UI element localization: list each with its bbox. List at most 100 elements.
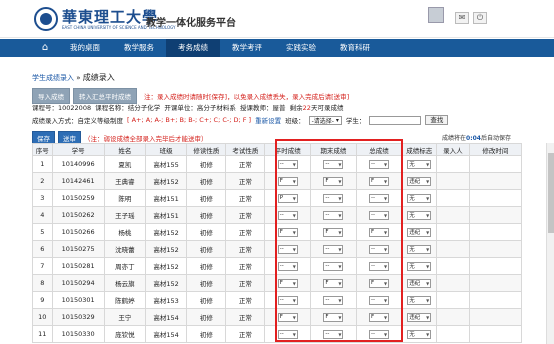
cell-no: 4 — [32, 206, 53, 224]
nav-item-desktop[interactable]: 我的桌面 — [58, 39, 112, 57]
cell-id: 10150266 — [51, 223, 105, 241]
column-header: 序号 — [32, 143, 53, 156]
grade-flag-select-value: 无 — [409, 247, 415, 253]
class-select[interactable]: -请选择- ▾ — [308, 115, 342, 125]
cell-name: 杨桃 — [103, 223, 146, 241]
cell-type: 初修 — [186, 274, 227, 292]
class-select-value: -请选择- — [311, 117, 334, 125]
cell-id: 10150262 — [51, 206, 105, 224]
grade-flag-select[interactable]: 无 ▼ — [407, 159, 432, 169]
grade-flag-select-value: 无 — [409, 162, 415, 168]
cell-entered-by — [436, 291, 470, 309]
grade-flag-select[interactable]: 违纪 ▼ — [407, 227, 432, 237]
cell-flag: 无 ▼ — [401, 257, 438, 275]
cell-entered-by — [436, 189, 470, 207]
column-header: 学号 — [51, 143, 105, 156]
cell-type: 初修 — [186, 189, 227, 207]
student-input[interactable] — [369, 115, 422, 125]
grade-flag-select[interactable]: 无 ▼ — [407, 210, 432, 220]
cell-class: 高材151 — [144, 206, 188, 224]
grade-flag-select[interactable]: 无 ▼ — [407, 261, 432, 271]
cell-modified-time — [468, 155, 523, 173]
search-button[interactable]: 查找 — [425, 115, 449, 125]
cell-name: 王宁 — [103, 308, 146, 326]
cell-entered-by — [436, 308, 470, 326]
cell-no: 7 — [32, 257, 53, 275]
class-label: 班级： — [285, 117, 305, 125]
nav-item-exams[interactable]: 考务成绩 — [166, 39, 220, 57]
nav-item-research[interactable]: 教育科研 — [328, 39, 382, 57]
grade-flag-select[interactable]: 违纪 ▼ — [407, 278, 432, 288]
dept-label: 开课单位： — [164, 104, 197, 112]
cell-flag: 无 ▼ — [401, 325, 438, 343]
chevron-down-icon: ▼ — [426, 229, 430, 235]
grade-flag-select[interactable]: 违纪 ▼ — [407, 176, 432, 186]
breadcrumb-separator: » — [76, 74, 81, 82]
cell-type: 初修 — [186, 206, 227, 224]
cell-id: 10150330 — [51, 325, 105, 343]
cell-exam: 正常 — [225, 155, 266, 173]
cell-type: 初修 — [186, 240, 227, 258]
cell-name: 庞钦悦 — [103, 325, 146, 343]
cell-name: 王子瑶 — [103, 206, 146, 224]
column-header: 修改时间 — [468, 143, 523, 156]
cell-modified-time — [468, 308, 523, 326]
course-no-label: 课程号： — [32, 104, 58, 112]
autosave-suffix: 后自动保存 — [480, 135, 511, 142]
grade-flag-select[interactable]: 无 ▼ — [407, 329, 432, 339]
home-icon[interactable]: ⌂ — [32, 39, 58, 57]
cell-class: 高材155 — [144, 155, 188, 173]
nav-item-evaluation[interactable]: 教学考评 — [220, 39, 274, 57]
grade-flag-select[interactable]: 无 ▼ — [407, 295, 432, 305]
cell-modified-time — [468, 223, 523, 241]
grade-flag-select-value: 无 — [409, 264, 415, 270]
cell-type: 初修 — [186, 291, 227, 309]
cell-flag: 违纪 ▼ — [401, 172, 438, 190]
highlight-box — [275, 139, 403, 342]
reset-link[interactable]: 重新设置 — [255, 115, 281, 125]
cell-modified-time — [468, 325, 523, 343]
nav-item-practice[interactable]: 实践实验 — [274, 39, 328, 57]
column-header: 考试性质 — [225, 143, 266, 156]
breadcrumb-parent[interactable]: 学生成绩录入 — [32, 74, 74, 82]
nav-item-teaching[interactable]: 教学服务 — [112, 39, 166, 57]
cell-flag: 违纪 ▼ — [401, 308, 438, 326]
avatar[interactable] — [428, 7, 444, 23]
grade-flag-select-value: 违纪 — [409, 281, 421, 287]
cell-exam: 正常 — [225, 189, 266, 207]
cell-id: 10150294 — [51, 274, 105, 292]
cell-class: 高材154 — [144, 325, 188, 343]
grade-flag-select[interactable]: 无 ▼ — [407, 244, 432, 254]
remaining-label: 剩余 — [289, 104, 303, 112]
cell-no: 3 — [32, 189, 53, 207]
grade-flag-select[interactable]: 违纪 ▼ — [407, 312, 432, 322]
cell-exam: 正常 — [225, 240, 266, 258]
remaining-days: 22 — [302, 104, 311, 112]
grade-flag-select-value: 无 — [409, 298, 415, 304]
header: 華東理工大學 EAST CHINA UNIVERSITY OF SCIENCE … — [0, 0, 554, 38]
scrollbar-thumb[interactable] — [548, 153, 554, 233]
grade-levels: [ A+; A; A-; B+; B; B-; C+; C; C-; D; F … — [127, 116, 252, 124]
cell-name: 夏凯 — [103, 155, 146, 173]
scrollbar[interactable] — [546, 143, 554, 344]
chevron-down-icon: ▼ — [426, 263, 430, 269]
cell-class: 高材152 — [144, 257, 188, 275]
cell-entered-by — [436, 206, 470, 224]
message-icon[interactable]: ✉ — [455, 12, 469, 24]
cell-type: 初修 — [186, 257, 227, 275]
chevron-down-icon: ▼ — [426, 246, 430, 252]
grade-flag-select-value: 违纪 — [409, 315, 421, 321]
cell-flag: 无 ▼ — [401, 189, 438, 207]
column-header: 修读性质 — [186, 143, 227, 156]
breadcrumb: 学生成绩录入 » 成绩录入 — [32, 72, 115, 83]
chevron-down-icon: ▼ — [426, 161, 430, 167]
grade-flag-select-value: 违纪 — [409, 179, 421, 185]
grade-flag-select[interactable]: 无 ▼ — [407, 193, 432, 203]
cell-modified-time — [468, 257, 523, 275]
cell-no: 6 — [32, 240, 53, 258]
course-info: 课程号：10022008 课程名称：结分子化学 开课单位：高分子材料系 授课教师… — [32, 102, 343, 112]
cell-id: 10150301 — [51, 291, 105, 309]
dept: 高分子材料系 — [196, 104, 236, 112]
cell-no: 5 — [32, 223, 53, 241]
logout-icon[interactable]: ⏻ — [473, 12, 487, 24]
